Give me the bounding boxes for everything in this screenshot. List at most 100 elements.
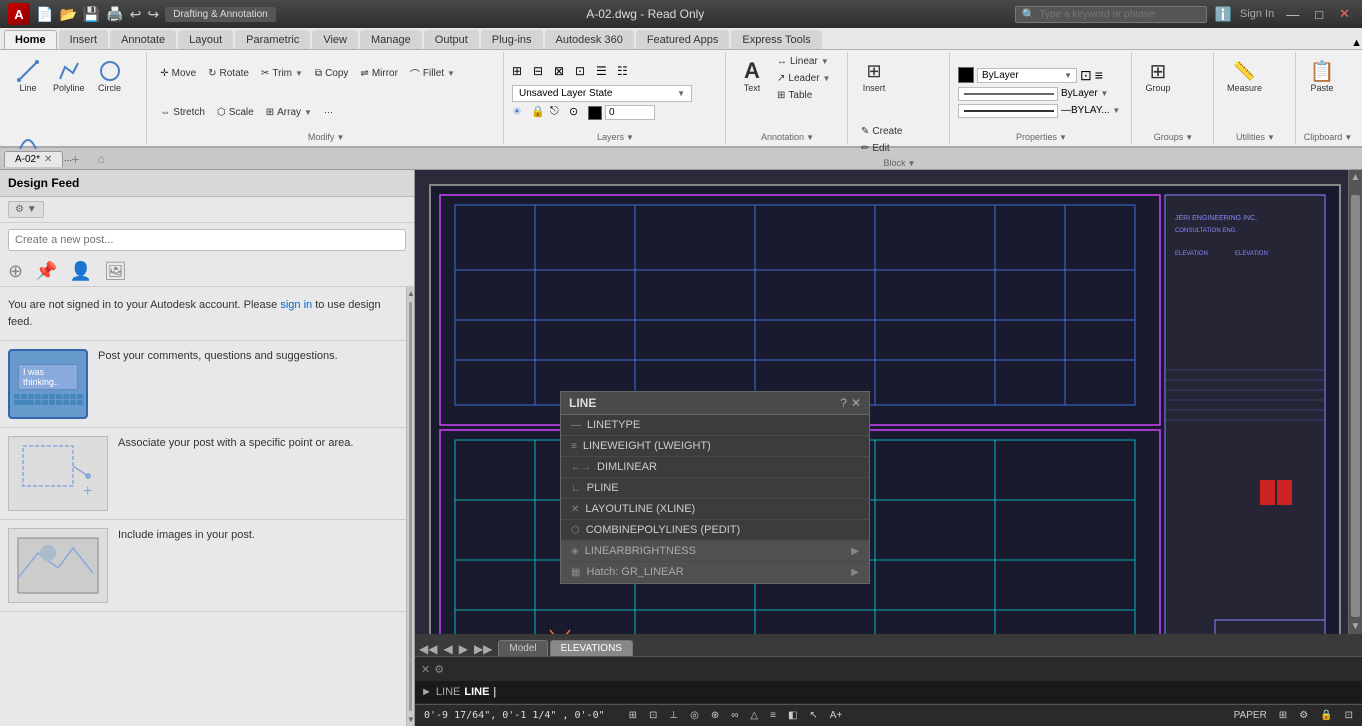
tab-manage[interactable]: Manage <box>360 30 422 49</box>
layout-nav-prev[interactable]: ◀ <box>443 642 452 656</box>
ac-hatch-grlinear[interactable]: ▦ Hatch: GR_LINEAR ▶ <box>561 562 869 583</box>
sign-in-button[interactable]: Sign In <box>1240 8 1274 20</box>
annotation-dropdown-icon[interactable]: ▼ <box>806 133 814 142</box>
feed-location-icon[interactable]: ⊕ <box>8 261 23 282</box>
save-icon[interactable]: 💾 <box>83 6 100 23</box>
settings-icon[interactable]: ⚙ ▼ <box>8 201 44 218</box>
block-group-label[interactable]: Block ▼ <box>856 156 943 168</box>
autocomplete-help-icon[interactable]: ? <box>840 396 847 410</box>
color-swatch[interactable] <box>958 67 974 83</box>
drawing-area[interactable]: JERI ENGINEERING INC. CONSULTATION ENG. … <box>415 170 1362 634</box>
match-prop-icon[interactable]: ⊡ <box>1080 67 1092 84</box>
ribbon-more[interactable]: ▲ <box>1351 37 1362 49</box>
draw-scroll-up[interactable]: ▲ <box>1349 170 1362 185</box>
table-button[interactable]: ⊞ Table <box>772 88 835 103</box>
tab-home[interactable]: Home <box>4 30 57 49</box>
layer-prop-4[interactable]: ⊙ <box>569 105 585 121</box>
ac-layoutline[interactable]: ✕ LAYOUTLINE (XLINE) <box>561 499 869 520</box>
layer-icon-6[interactable]: ☷ <box>617 64 635 82</box>
paste-button[interactable]: 📋 Paste <box>1304 54 1340 122</box>
move-button[interactable]: ✛ Move <box>155 54 201 93</box>
ac-linearbrightness[interactable]: ◈ LINEARBRIGHTNESS ▶ <box>561 541 869 562</box>
modify-more-btn[interactable]: ⋯ <box>319 95 338 130</box>
command-close-btn[interactable]: ✕ <box>421 663 430 676</box>
minimize-button[interactable]: — <box>1282 7 1303 22</box>
feed-person-icon[interactable]: 👤 <box>70 261 92 282</box>
doc-tab-a02[interactable]: A-02* ✕ <box>4 151 63 167</box>
edit-block-button[interactable]: ✏ Edit <box>856 141 907 156</box>
osnap-icon[interactable]: ⊕ <box>708 710 722 721</box>
array-button[interactable]: ⊞ Array ▼ <box>261 95 317 130</box>
drawing-scrollbar-right[interactable]: ▲ ▼ <box>1348 170 1362 634</box>
close-button[interactable]: ✕ <box>1335 6 1354 22</box>
ac-combinepolylines[interactable]: ⬡ COMBINEPOLYLINES (PEDIT) <box>561 520 869 541</box>
annotation-group-label[interactable]: Annotation ▼ <box>734 130 841 142</box>
tab-view[interactable]: View <box>312 30 358 49</box>
tab-annotate[interactable]: Annotate <box>110 30 176 49</box>
layout-icon[interactable]: ⊞ <box>1276 710 1290 721</box>
draw-scroll-down[interactable]: ▼ <box>1349 619 1362 634</box>
text-button[interactable]: A Text <box>734 54 770 122</box>
doc-tab-close[interactable]: ✕ <box>44 154 52 165</box>
stretch-button[interactable]: ⇔ Stretch <box>155 95 210 130</box>
polar-icon[interactable]: ◎ <box>687 710 702 721</box>
leader-button[interactable]: ↗ Leader ▼ <box>772 71 835 86</box>
otrack-icon[interactable]: ∞ <box>728 710 741 721</box>
tab-autodesk360[interactable]: Autodesk 360 <box>545 30 634 49</box>
layer-state-dropdown[interactable]: Unsaved Layer State ▼ <box>512 85 692 102</box>
prop-panel-icon[interactable]: ≡ <box>1095 67 1103 83</box>
leader-dropdown-icon[interactable]: ▼ <box>823 74 831 83</box>
tab-featured-apps[interactable]: Featured Apps <box>636 30 730 49</box>
tab-output[interactable]: Output <box>424 30 479 49</box>
layer-name-input[interactable] <box>605 105 655 120</box>
info-icon[interactable]: ℹ️ <box>1215 6 1232 23</box>
create-button[interactable]: ✎ Create <box>856 124 907 139</box>
design-feed-scrollbar[interactable]: ▲ ▼ <box>406 287 414 726</box>
tab-parametric[interactable]: Parametric <box>235 30 310 49</box>
layer-icon-3[interactable]: ⊠ <box>554 64 572 82</box>
trim-button[interactable]: ✂ Trim ▼ <box>256 54 308 93</box>
lineweight-swatch[interactable] <box>958 104 1058 118</box>
undo-icon[interactable]: ↩ <box>130 6 142 23</box>
clipboard-dropdown-icon[interactable]: ▼ <box>1344 133 1352 142</box>
full-screen-icon[interactable]: ⊡ <box>1342 710 1356 721</box>
layer-prop-3[interactable]: ⎋ <box>550 105 566 121</box>
scrollbar-thumb[interactable] <box>409 302 412 711</box>
command-input-text[interactable]: LINE <box>464 686 489 698</box>
lineweight-dropdown[interactable]: —BYLAY... ▼ <box>1061 105 1120 116</box>
tab-insert[interactable]: Insert <box>59 30 109 49</box>
open-file-icon[interactable]: 📂 <box>59 6 76 23</box>
groups-dropdown-icon[interactable]: ▼ <box>1185 133 1193 142</box>
search-box[interactable]: 🔍 <box>1015 6 1207 23</box>
workspace-icon[interactable]: ⚙ <box>1296 710 1311 721</box>
layer-icon-1[interactable]: ⊞ <box>512 64 530 82</box>
polyline-button[interactable]: Polyline <box>48 54 90 122</box>
draw-scroll-thumb[interactable] <box>1351 195 1360 617</box>
tab-layout[interactable]: Layout <box>178 30 233 49</box>
ac-linetype[interactable]: — LINETYPE <box>561 415 869 436</box>
layer-icon-5[interactable]: ☰ <box>596 64 614 82</box>
layout-nav-last[interactable]: ▶▶ <box>474 642 492 656</box>
copy-button[interactable]: ⧉ Copy <box>310 54 354 93</box>
feed-pin-icon[interactable]: 📌 <box>35 261 57 282</box>
lock-icon[interactable]: 🔒 <box>1317 710 1335 721</box>
layer-prop-2[interactable]: 🔒 <box>531 105 547 121</box>
sign-in-link[interactable]: sign in <box>280 299 312 311</box>
properties-group-label[interactable]: Properties ▼ <box>958 130 1125 142</box>
scrollbar-down-arrow[interactable]: ▼ <box>407 713 414 726</box>
modify-dropdown-icon[interactable]: ▼ <box>336 133 344 142</box>
groups-group-label[interactable]: Groups ▼ <box>1140 130 1207 142</box>
snap-icon[interactable]: ⊞ <box>626 710 640 721</box>
print-icon[interactable]: 🖨️ <box>106 6 123 23</box>
autocomplete-close-icon[interactable]: ✕ <box>851 396 861 410</box>
bylayer-color-arrow[interactable]: ▼ <box>1064 71 1072 80</box>
circle-button[interactable]: Circle <box>92 54 128 122</box>
command-input-row[interactable]: ► LINE LINE | <box>415 681 1362 703</box>
layers-dropdown-icon[interactable]: ▼ <box>626 133 634 142</box>
linetype-swatch[interactable] <box>958 87 1058 101</box>
app-icon[interactable]: A <box>8 3 30 25</box>
annotate-scale-icon[interactable]: A+ <box>827 710 846 721</box>
paper-space-label[interactable]: PAPER <box>1231 710 1270 721</box>
tab-express-tools[interactable]: Express Tools <box>731 30 821 49</box>
linetype-dropdown[interactable]: ByLayer ▼ <box>1061 88 1108 99</box>
